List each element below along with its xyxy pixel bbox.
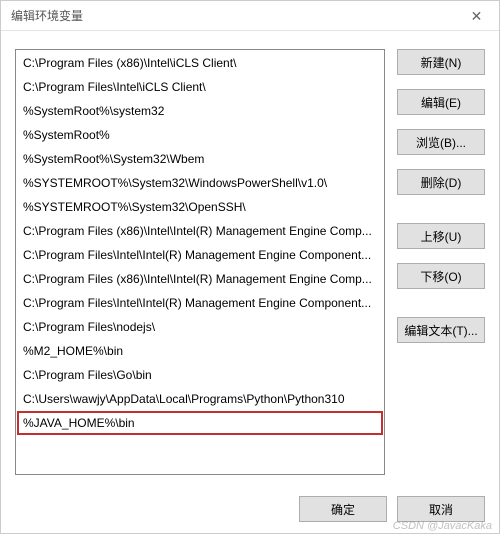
titlebar: 编辑环境变量 ✕ xyxy=(1,1,499,31)
list-item[interactable]: C:\Program Files\Intel\Intel(R) Manageme… xyxy=(17,243,383,267)
path-listbox[interactable]: C:\Program Files (x86)\Intel\iCLS Client… xyxy=(15,49,385,475)
list-item[interactable]: C:\Program Files\nodejs\ xyxy=(17,315,383,339)
new-button[interactable]: 新建(N) xyxy=(397,49,485,75)
list-item[interactable]: C:\Program Files (x86)\Intel\Intel(R) Ma… xyxy=(17,219,383,243)
close-icon: ✕ xyxy=(471,8,483,25)
cancel-button[interactable]: 取消 xyxy=(397,496,485,522)
ok-button[interactable]: 确定 xyxy=(299,496,387,522)
list-item[interactable]: %SystemRoot%\system32 xyxy=(17,99,383,123)
list-item[interactable]: %SYSTEMROOT%\System32\OpenSSH\ xyxy=(17,195,383,219)
list-item[interactable]: %M2_HOME%\bin xyxy=(17,339,383,363)
list-item[interactable]: %SystemRoot% xyxy=(17,123,383,147)
window-title: 编辑环境变量 xyxy=(11,7,83,24)
edit-text-button[interactable]: 编辑文本(T)... xyxy=(397,317,485,343)
edit-button[interactable]: 编辑(E) xyxy=(397,89,485,115)
dialog-window: 编辑环境变量 ✕ C:\Program Files (x86)\Intel\iC… xyxy=(0,0,500,534)
button-column: 新建(N) 编辑(E) 浏览(B)... 删除(D) 上移(U) 下移(O) 编… xyxy=(397,49,485,475)
dialog-footer: 确定 取消 xyxy=(1,485,499,533)
list-item[interactable]: C:\Program Files\Intel\iCLS Client\ xyxy=(17,75,383,99)
list-item[interactable]: C:\Program Files\Go\bin xyxy=(17,363,383,387)
delete-button[interactable]: 删除(D) xyxy=(397,169,485,195)
list-item[interactable]: C:\Program Files\Intel\Intel(R) Manageme… xyxy=(17,291,383,315)
list-item[interactable]: %SystemRoot%\System32\Wbem xyxy=(17,147,383,171)
list-item[interactable]: C:\Users\wawjy\AppData\Local\Programs\Py… xyxy=(17,387,383,411)
dialog-body: C:\Program Files (x86)\Intel\iCLS Client… xyxy=(1,31,499,485)
browse-button[interactable]: 浏览(B)... xyxy=(397,129,485,155)
close-button[interactable]: ✕ xyxy=(454,1,499,31)
move-down-button[interactable]: 下移(O) xyxy=(397,263,485,289)
list-item[interactable]: %JAVA_HOME%\bin xyxy=(17,411,383,435)
list-item[interactable]: C:\Program Files (x86)\Intel\Intel(R) Ma… xyxy=(17,267,383,291)
move-up-button[interactable]: 上移(U) xyxy=(397,223,485,249)
list-item[interactable]: C:\Program Files (x86)\Intel\iCLS Client… xyxy=(17,51,383,75)
list-item[interactable]: %SYSTEMROOT%\System32\WindowsPowerShell\… xyxy=(17,171,383,195)
